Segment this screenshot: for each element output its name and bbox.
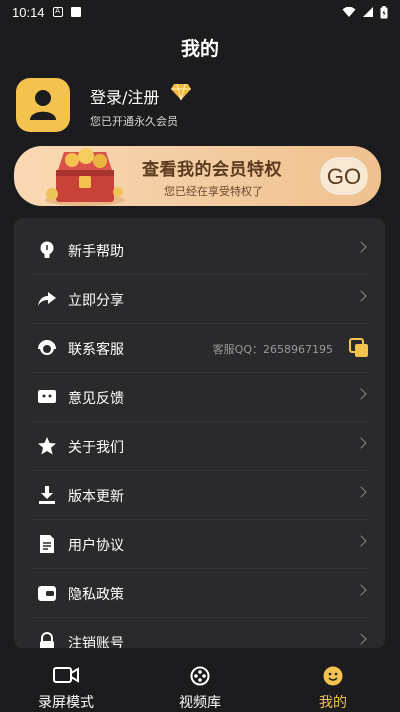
settings-menu: 新手帮助 立即分享 联系客服 客服QQ：2658967195 意见反馈 关于我们… <box>14 218 385 648</box>
service-qq-text: 客服QQ：2658967195 <box>212 343 333 356</box>
vip-privilege-banner[interactable]: 查看我的会员特权 您已经在享受特权了 GO <box>14 146 381 206</box>
share-icon <box>38 292 56 306</box>
chevron-right-icon <box>355 241 367 253</box>
lock-icon <box>40 632 54 648</box>
headset-icon <box>38 340 56 355</box>
chevron-right-icon <box>355 437 367 449</box>
banner-title: 查看我的会员特权 <box>142 160 282 180</box>
chevron-right-icon <box>355 535 367 547</box>
copy-icon[interactable] <box>349 338 369 358</box>
status-bar: 10:14 A <box>0 0 400 24</box>
notification-a-icon: A <box>52 7 63 17</box>
star-icon <box>38 437 56 455</box>
signal-icon <box>363 7 373 17</box>
battery-icon <box>380 5 388 18</box>
menu-item-share[interactable]: 立即分享 <box>14 275 385 324</box>
profile-section[interactable]: 登录/注册 您已开通永久会员 <box>16 78 386 134</box>
camera-icon <box>53 667 79 683</box>
menu-item-help[interactable]: 新手帮助 <box>14 226 385 275</box>
document-icon <box>40 535 54 553</box>
chevron-right-icon <box>355 388 367 400</box>
film-reel-icon <box>190 666 210 686</box>
bottom-tab-bar: 录屏模式 视频库 我的 <box>0 654 400 712</box>
menu-label: 意见反馈 <box>68 391 124 407</box>
login-register-link[interactable]: 登录/注册 <box>90 84 159 108</box>
wifi-icon <box>342 6 356 17</box>
menu-label: 用户协议 <box>68 538 124 554</box>
menu-label: 版本更新 <box>68 489 124 505</box>
chevron-right-icon <box>355 633 367 645</box>
membership-status: 您已开通永久会员 <box>90 115 178 128</box>
tab-label: 录屏模式 <box>38 695 94 711</box>
notification-square-icon <box>70 7 81 17</box>
menu-label: 关于我们 <box>68 440 124 456</box>
page-title: 我的 <box>180 38 219 60</box>
menu-label: 隐私政策 <box>68 587 124 603</box>
menu-item-customer-service[interactable]: 联系客服 客服QQ：2658967195 <box>14 324 385 373</box>
tab-video-library[interactable]: 视频库 <box>140 654 260 712</box>
tab-record-mode[interactable]: 录屏模式 <box>6 654 126 712</box>
avatar[interactable] <box>16 78 70 132</box>
menu-item-user-agreement[interactable]: 用户协议 <box>14 520 385 569</box>
bulb-icon <box>40 241 54 258</box>
tab-mine[interactable]: 我的 <box>273 654 393 712</box>
user-avatar-icon <box>30 90 56 120</box>
menu-label: 注销账号 <box>68 636 124 648</box>
menu-item-about[interactable]: 关于我们 <box>14 422 385 471</box>
menu-item-cancel-account[interactable]: 注销账号 <box>14 618 385 648</box>
menu-label: 联系客服 <box>68 342 124 358</box>
banner-subtitle: 您已经在享受特权了 <box>164 185 263 198</box>
go-button[interactable]: GO <box>319 156 369 196</box>
wallet-icon <box>38 586 56 601</box>
status-time: 10:14 <box>12 4 45 20</box>
treasure-chest-icon <box>45 148 125 206</box>
tab-label: 视频库 <box>179 695 221 711</box>
chevron-right-icon <box>355 290 367 302</box>
chevron-right-icon <box>355 486 367 498</box>
menu-item-privacy[interactable]: 隐私政策 <box>14 569 385 618</box>
status-right-group <box>342 5 388 19</box>
menu-label: 新手帮助 <box>68 244 124 260</box>
menu-label: 立即分享 <box>68 293 124 309</box>
menu-item-update[interactable]: 版本更新 <box>14 471 385 520</box>
download-icon <box>39 486 55 504</box>
feedback-icon <box>38 390 56 403</box>
menu-item-feedback[interactable]: 意见反馈 <box>14 373 385 422</box>
tab-label: 我的 <box>319 695 347 711</box>
chevron-right-icon <box>355 584 367 596</box>
vip-diamond-icon <box>171 83 191 101</box>
smiley-icon <box>323 666 343 686</box>
